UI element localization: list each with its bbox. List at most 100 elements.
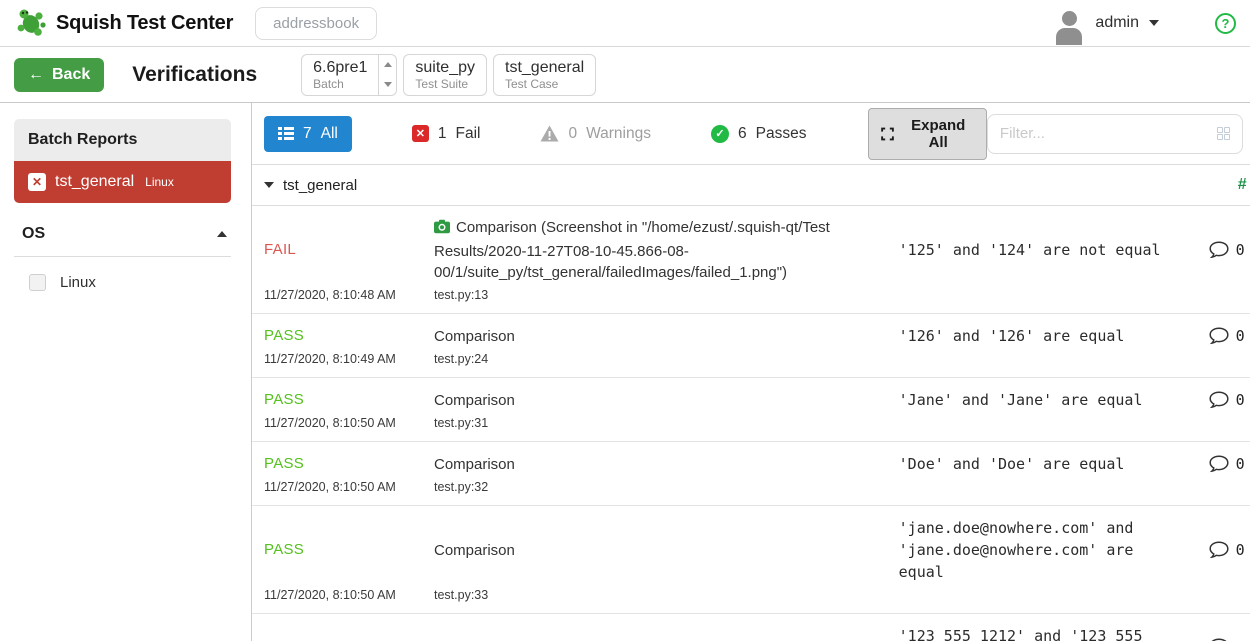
detail-cell: Comparison (Screenshot in "/home/ezust/.…	[434, 217, 899, 283]
source-file-link[interactable]: test.py:24	[434, 352, 488, 366]
app-title: Squish Test Center	[56, 12, 233, 35]
comment-bubble-icon	[1209, 541, 1229, 559]
sidebar-item-tst-general[interactable]: ✕ tst_general Linux	[14, 161, 231, 203]
result-row[interactable]: PASS Comparison 'Jane' and 'Jane' are eq…	[252, 378, 1250, 442]
tab-fail-count: 1	[438, 125, 447, 143]
help-icon[interactable]: ?	[1215, 13, 1236, 34]
test-case-value: tst_general	[505, 59, 584, 77]
result-row[interactable]: PASS Comparison 'jane.doe@nowhere.com' a…	[252, 506, 1250, 614]
comment-count: 0	[1236, 455, 1245, 473]
message-cell: '126' and '126' are equal	[899, 325, 1199, 347]
status-cell: PASS	[264, 638, 434, 641]
comment-bubble-icon	[1209, 391, 1229, 409]
tab-passes-label: Passes	[756, 125, 807, 143]
project-selector[interactable]: addressbook	[255, 7, 377, 40]
comments-button[interactable]: 0	[1199, 327, 1249, 345]
back-button[interactable]: ← Back	[14, 58, 104, 92]
timestamp: 11/27/2020, 8:10:49 AM	[264, 352, 396, 366]
breadcrumb: 6.6pre1 Batch suite_py Test Suite tst_ge…	[301, 54, 596, 96]
verifications-toolbar: ← Back Verifications 6.6pre1 Batch suite…	[0, 47, 1250, 103]
tab-warnings-label: Warnings	[586, 125, 651, 143]
test-suite-selector[interactable]: suite_py Test Suite	[403, 54, 487, 96]
comments-button[interactable]: 0	[1199, 241, 1249, 259]
message-cell: '125' and '124' are not equal	[899, 239, 1199, 261]
os-filter-linux[interactable]: Linux	[14, 274, 231, 291]
status-badge: PASS	[264, 541, 304, 558]
source-file-link[interactable]: test.py:13	[434, 288, 488, 302]
chevron-down-icon	[1149, 20, 1159, 26]
tab-warnings[interactable]: 0 Warnings	[540, 125, 651, 143]
user-avatar-icon	[1053, 7, 1085, 45]
test-suite-value: suite_py	[415, 59, 475, 77]
timestamp: 11/27/2020, 8:10:50 AM	[264, 588, 396, 602]
tab-all-count: 7	[303, 125, 312, 143]
results-list: FAIL Comparison (Screenshot in "/home/ez…	[252, 206, 1250, 641]
comparison-message: '126' and '126' are equal	[899, 327, 1125, 345]
tab-passes[interactable]: ✓ 6 Passes	[711, 125, 806, 143]
filter-bar: 7 All ✕ 1 Fail 0 Warnings ✓ 6 Pa	[252, 103, 1250, 165]
verification-detail: Comparison	[434, 328, 515, 345]
test-case-group-header[interactable]: tst_general #	[252, 165, 1250, 206]
test-case-label: Test Case	[505, 77, 584, 91]
verification-detail: Comparison	[434, 542, 515, 559]
spinner-up-button[interactable]	[379, 55, 396, 75]
batch-value: 6.6pre1	[313, 59, 367, 77]
status-cell: PASS	[264, 391, 434, 409]
anchor-link[interactable]: #	[1238, 176, 1247, 194]
status-cell: PASS	[264, 541, 434, 559]
status-badge: FAIL	[264, 241, 296, 258]
caret-down-icon	[384, 82, 392, 87]
source-file-link[interactable]: test.py:33	[434, 588, 488, 602]
tab-all[interactable]: 7 All	[264, 116, 352, 152]
result-row[interactable]: PASS Comparison 'Doe' and 'Doe' are equa…	[252, 442, 1250, 506]
source-file-link[interactable]: test.py:31	[434, 416, 488, 430]
comments-button[interactable]: 0	[1199, 455, 1249, 473]
comparison-message: '125' and '124' are not equal	[899, 241, 1161, 259]
spinner-down-button[interactable]	[379, 75, 396, 95]
message-cell: 'Doe' and 'Doe' are equal	[899, 453, 1199, 475]
batch-label: Batch	[313, 77, 367, 91]
user-menu[interactable]: admin	[1053, 1, 1159, 45]
status-cell: FAIL	[264, 241, 434, 259]
page-title: Verifications	[132, 63, 257, 87]
verification-detail: Comparison	[434, 392, 515, 409]
os-section-header[interactable]: OS	[14, 225, 231, 243]
comment-bubble-icon	[1209, 327, 1229, 345]
linux-checkbox[interactable]	[29, 274, 46, 291]
comments-button[interactable]: 0	[1199, 541, 1249, 559]
result-row[interactable]: PASS Comparison '126' and '126' are equa…	[252, 314, 1250, 378]
message-cell: 'Jane' and 'Jane' are equal	[899, 389, 1199, 411]
results-panel: 7 All ✕ 1 Fail 0 Warnings ✓ 6 Pa	[251, 103, 1250, 641]
fail-icon: ✕	[28, 173, 46, 191]
detail-cell: Comparison	[434, 454, 899, 475]
batch-selector[interactable]: 6.6pre1 Batch	[301, 54, 397, 96]
comparison-message: 'jane.doe@nowhere.com' and 'jane.doe@now…	[899, 519, 1134, 581]
status-badge: PASS	[264, 391, 304, 408]
result-row[interactable]: FAIL Comparison (Screenshot in "/home/ez…	[252, 206, 1250, 314]
list-icon	[278, 127, 294, 140]
comments-button[interactable]: 0	[1199, 391, 1249, 409]
batch-reports-title: Batch Reports	[14, 119, 231, 161]
check-icon: ✓	[711, 125, 729, 143]
status-badge: PASS	[264, 455, 304, 472]
filter-input[interactable]	[1000, 125, 1217, 142]
result-row[interactable]: PASS Comparison '123 555 1212' and '123 …	[252, 614, 1250, 641]
collapse-caret-icon[interactable]	[264, 182, 274, 188]
tab-fail[interactable]: ✕ 1 Fail	[412, 125, 481, 143]
test-case-selector[interactable]: tst_general Test Case	[493, 54, 596, 96]
comment-bubble-icon	[1209, 241, 1229, 259]
comment-count: 0	[1236, 541, 1245, 559]
camera-icon[interactable]	[434, 219, 450, 241]
source-file-link[interactable]: test.py:32	[434, 480, 488, 494]
verification-detail: Comparison	[434, 639, 515, 642]
back-arrow-icon: ←	[28, 66, 44, 84]
comment-bubble-icon	[1209, 638, 1229, 641]
test-suite-label: Test Suite	[415, 77, 475, 91]
sidebar: Batch Reports ✕ tst_general Linux OS Lin…	[0, 103, 251, 641]
detail-cell: Comparison	[434, 390, 899, 411]
user-name: admin	[1095, 14, 1139, 32]
verification-detail: Comparison (Screenshot in "/home/ezust/.…	[434, 219, 830, 281]
comments-button[interactable]: 0	[1199, 638, 1249, 641]
status-badge: PASS	[264, 327, 304, 344]
expand-all-button[interactable]: Expand All	[868, 108, 986, 160]
